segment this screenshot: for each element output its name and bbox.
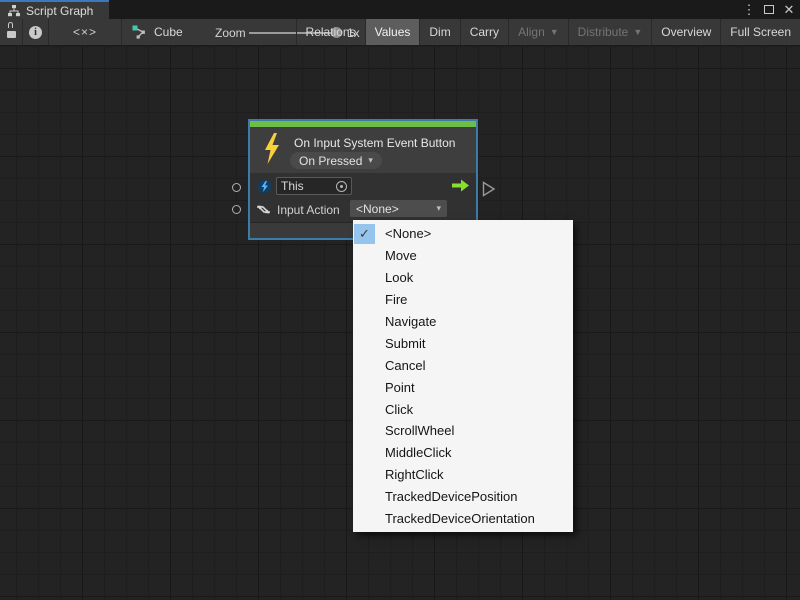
caret-down-icon: ▼ <box>550 27 559 37</box>
relations-label: Relations <box>306 25 356 39</box>
distribute-button[interactable]: Distribute ▼ <box>568 19 652 45</box>
menu-item-label: Look <box>385 270 413 285</box>
zoom-label: Zoom <box>215 26 246 40</box>
menu-item-cancel[interactable]: Cancel <box>353 354 573 376</box>
caret-down-icon: ▼ <box>633 27 642 37</box>
menu-item-label: TrackedDeviceOrientation <box>385 511 535 526</box>
overview-button[interactable]: Overview <box>651 19 720 45</box>
object-picker-icon[interactable] <box>336 181 347 192</box>
breadcrumb[interactable]: Cube <box>132 19 183 45</box>
info-button[interactable]: i <box>23 19 48 45</box>
graph-canvas[interactable]: On Input System Event Button On Pressed … <box>0 46 800 600</box>
caret-down-icon: ▾ <box>368 155 373 166</box>
distribute-label: Distribute <box>578 25 629 39</box>
menu-item-middleclick[interactable]: MiddleClick <box>353 442 573 464</box>
carry-button[interactable]: Carry <box>460 19 508 45</box>
target-object-value: This <box>281 179 304 193</box>
tab-script-graph[interactable]: Script Graph <box>0 0 109 19</box>
target-object-field[interactable]: This <box>276 177 352 195</box>
lock-button[interactable] <box>0 19 22 45</box>
menu-item-label: Navigate <box>385 314 436 329</box>
menu-item-label: Fire <box>385 292 407 307</box>
toolbar-separator <box>121 19 122 45</box>
tab-title: Script Graph <box>26 4 93 18</box>
menu-item-label: RightClick <box>385 467 444 482</box>
menu-item-point[interactable]: Point <box>353 376 573 398</box>
values-label: Values <box>375 25 411 39</box>
input-action-value: <None> <box>356 202 399 216</box>
menu-item-label: Cancel <box>385 358 425 373</box>
full-screen-button[interactable]: Full Screen <box>720 19 800 45</box>
input-action-dropdown[interactable]: <None> ▾ <box>350 200 447 217</box>
node-title: On Input System Event Button <box>294 136 455 150</box>
input-action-icon <box>255 202 272 217</box>
menu-item-label: Submit <box>385 336 425 351</box>
check-icon: ✓ <box>354 224 375 244</box>
tab-bar: Script Graph ⋮ ✕ <box>0 0 800 19</box>
node-ports: This Input Action <None> ▾ <box>250 173 476 222</box>
caret-down-icon: ▾ <box>436 203 441 214</box>
overview-label: Overview <box>661 25 711 39</box>
graph-hierarchy-icon <box>8 5 20 17</box>
lock-icon <box>7 27 16 38</box>
menu-item-look[interactable]: Look <box>353 267 573 289</box>
full-screen-label: Full Screen <box>730 25 791 39</box>
align-label: Align <box>518 25 545 39</box>
input-action-label: Input Action <box>277 203 340 217</box>
breadcrumb-label: Cube <box>154 25 183 39</box>
event-type-label: On Pressed <box>299 154 362 168</box>
dim-button[interactable]: Dim <box>419 19 459 45</box>
menu-item-trackeddeviceposition[interactable]: TrackedDevicePosition <box>353 486 573 508</box>
menu-item-rightclick[interactable]: RightClick <box>353 464 573 486</box>
kebab-menu-icon[interactable]: ⋮ <box>742 0 756 19</box>
code-view-button[interactable]: <×> <box>49 19 121 45</box>
maximize-icon[interactable] <box>764 5 774 14</box>
close-icon[interactable]: ✕ <box>782 0 796 19</box>
unity-script-graph-window: Script Graph ⋮ ✕ i <×> <box>0 0 800 600</box>
lightning-bolt-icon <box>262 133 282 165</box>
input-port-circle[interactable] <box>232 205 241 214</box>
input-port-circle[interactable] <box>232 183 241 192</box>
info-icon: i <box>29 26 42 39</box>
menu-item-submit[interactable]: Submit <box>353 332 573 354</box>
menu-item-label: Click <box>385 402 413 417</box>
menu-item-label: Point <box>385 380 415 395</box>
menu-item-scrollwheel[interactable]: ScrollWheel <box>353 420 573 442</box>
flow-arrow-icon <box>452 179 469 192</box>
values-button[interactable]: Values <box>365 19 420 45</box>
menu-item-trackeddeviceorientation[interactable]: TrackedDeviceOrientation <box>353 508 573 530</box>
menu-item-navigate[interactable]: Navigate <box>353 311 573 333</box>
menu-item-fire[interactable]: Fire <box>353 289 573 311</box>
menu-item-label: Move <box>385 248 417 263</box>
menu-item-label: ScrollWheel <box>385 423 454 438</box>
input-action-dropdown-menu: ✓ <None> Move Look Fire Navigate Submit … <box>353 220 573 532</box>
output-flow-port-triangle[interactable] <box>482 181 496 197</box>
graph-node-icon <box>132 25 147 39</box>
menu-item-label: <None> <box>385 226 431 241</box>
toolbar-buttons: Relations Values Dim Carry Align ▼ Distr… <box>296 19 800 45</box>
graph-toolbar: i <×> Cube Zoom 1x Relations Values <box>0 19 800 46</box>
window-controls: ⋮ ✕ <box>742 0 796 19</box>
menu-item-move[interactable]: Move <box>353 245 573 267</box>
menu-item-click[interactable]: Click <box>353 398 573 420</box>
carry-label: Carry <box>470 25 499 39</box>
align-button[interactable]: Align ▼ <box>508 19 568 45</box>
menu-item-label: MiddleClick <box>385 445 451 460</box>
node-header: On Input System Event Button On Pressed … <box>250 127 476 173</box>
code-view-icon: <×> <box>73 25 97 39</box>
event-type-dropdown[interactable]: On Pressed ▾ <box>290 152 382 169</box>
self-target-bolt-icon <box>257 179 272 194</box>
menu-item-label: TrackedDevicePosition <box>385 489 517 504</box>
dim-label: Dim <box>429 25 450 39</box>
menu-item-none[interactable]: ✓ <None> <box>353 223 573 245</box>
relations-button[interactable]: Relations <box>296 19 365 45</box>
